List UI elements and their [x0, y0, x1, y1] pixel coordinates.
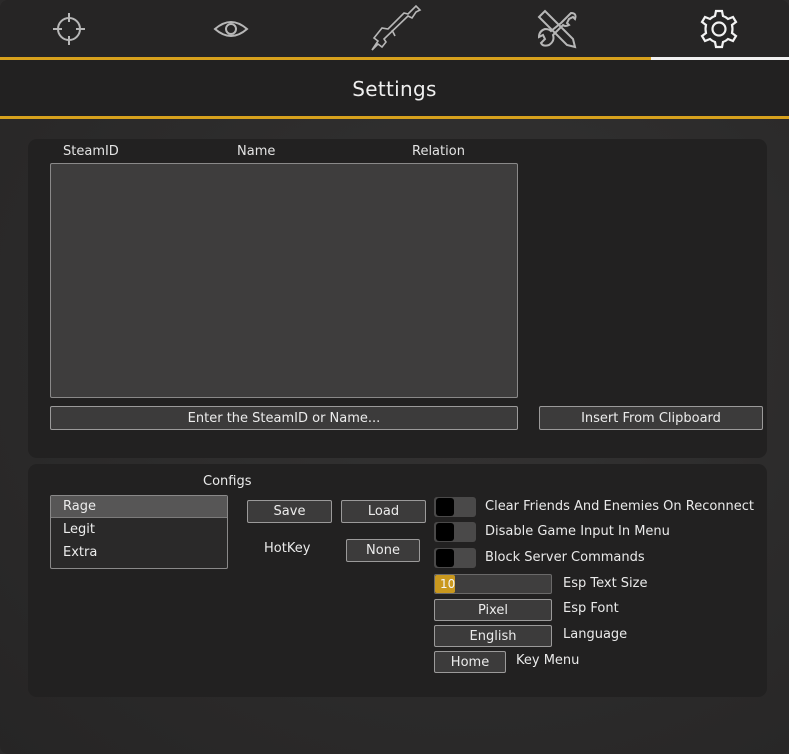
column-header-name[interactable]: Name [237, 144, 275, 159]
language-dropdown[interactable]: English [434, 625, 552, 647]
wrench-screwdriver-icon [537, 9, 577, 49]
gear-icon [700, 9, 738, 49]
column-header-steamid[interactable]: SteamID [63, 144, 119, 159]
key-menu-button[interactable]: Home [434, 651, 506, 673]
configs-heading: Configs [203, 474, 252, 489]
config-item-legit[interactable]: Legit [51, 519, 227, 541]
insert-from-clipboard-label: Insert From Clipboard [581, 410, 721, 426]
esp-font-value: Pixel [477, 602, 509, 618]
esp-font-label: Esp Font [563, 601, 619, 616]
configs-panel: Configs Rage Legit Extra Save Load HotKe… [28, 464, 767, 697]
config-item-extra[interactable]: Extra [51, 542, 227, 564]
esp-text-size-value: 10 [440, 577, 456, 591]
toggle-knob [436, 498, 454, 516]
disable-game-input-label: Disable Game Input In Menu [485, 524, 670, 539]
config-hotkey-button[interactable]: None [346, 539, 420, 562]
page-title-bar: Settings [0, 60, 789, 118]
tab-visuals[interactable] [152, 0, 310, 58]
tab-bar [0, 0, 789, 58]
save-config-button[interactable]: Save [247, 500, 332, 523]
config-hotkey-value: None [366, 543, 400, 558]
tab-aimbot[interactable] [0, 0, 148, 58]
steamid-name-input-label: Enter the SteamID or Name... [187, 410, 381, 426]
tab-settings[interactable] [640, 0, 789, 58]
eye-icon [213, 21, 249, 37]
block-server-commands-label: Block Server Commands [485, 550, 645, 565]
rifle-icon [371, 4, 422, 51]
friends-list[interactable] [50, 163, 518, 398]
save-config-label: Save [273, 504, 306, 519]
friends-panel: SteamID Name Relation Enter the SteamID … [28, 139, 767, 458]
toggle-knob [436, 549, 454, 567]
toggle-knob [436, 523, 454, 541]
steamid-name-input[interactable]: Enter the SteamID or Name... [50, 406, 518, 430]
language-label: Language [563, 627, 628, 642]
config-item-rage[interactable]: Rage [51, 496, 227, 518]
insert-from-clipboard-button[interactable]: Insert From Clipboard [539, 406, 763, 430]
disable-game-input-toggle[interactable] [434, 522, 476, 542]
column-header-relation[interactable]: Relation [412, 144, 465, 159]
clear-on-reconnect-toggle[interactable] [434, 497, 476, 517]
key-menu-value: Home [450, 654, 490, 670]
tab-weapons[interactable] [316, 0, 474, 58]
block-server-commands-toggle[interactable] [434, 548, 476, 568]
language-value: English [469, 628, 517, 644]
page-title: Settings [352, 77, 437, 101]
clear-on-reconnect-label: Clear Friends And Enemies On Reconnect [485, 499, 755, 514]
app-window: NCE [0, 0, 789, 754]
crosshair-icon [53, 13, 85, 45]
load-config-button[interactable]: Load [341, 500, 426, 523]
tab-misc[interactable] [478, 0, 636, 58]
esp-font-dropdown[interactable]: Pixel [434, 599, 552, 621]
title-divider [0, 116, 789, 119]
esp-text-size-slider[interactable]: 10 [434, 574, 552, 594]
hotkey-label: HotKey [264, 541, 311, 556]
key-menu-label: Key Menu [516, 653, 580, 668]
load-config-label: Load [367, 504, 400, 519]
config-list[interactable]: Rage Legit Extra [50, 495, 228, 569]
esp-text-size-label: Esp Text Size [563, 576, 648, 591]
